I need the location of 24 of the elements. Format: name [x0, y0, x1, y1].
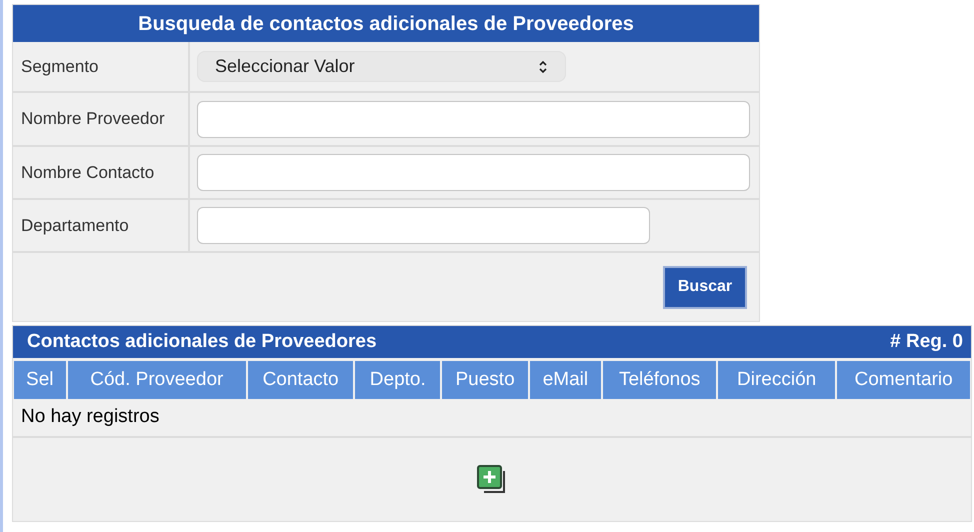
panel-title: Contactos adicionales de Proveedores: [27, 330, 377, 354]
field-label: Departamento: [21, 214, 129, 237]
panel-title: Busqueda de contactos adicionales de Proveedores: [13, 5, 759, 42]
column-header: Puesto: [442, 361, 528, 399]
field-label: Nombre Contacto: [21, 162, 154, 184]
chevron-up-down-icon: [538, 60, 548, 74]
empty-message: No hay registros: [21, 405, 160, 430]
text-field[interactable]: [197, 100, 750, 138]
text-field[interactable]: [197, 207, 650, 244]
column-header: Cód. Proveedor: [68, 361, 246, 399]
add-icon[interactable]: [476, 464, 508, 494]
search-button[interactable]: Buscar: [663, 266, 747, 308]
column-header: Dirección: [718, 361, 836, 399]
column-header: eMail: [530, 361, 602, 399]
column-header: Teléfonos: [603, 361, 716, 399]
text-field[interactable]: [197, 154, 750, 191]
segment-select[interactable]: Seleccionar Valor: [197, 51, 566, 82]
field-label: Nombre Proveedor: [21, 108, 165, 130]
column-header: Contacto: [248, 361, 354, 399]
column-header: Depto.: [355, 361, 440, 399]
column-header: Comentario: [837, 361, 970, 399]
record-count: # Reg. 0: [890, 330, 963, 354]
field-label: Segmento: [21, 56, 98, 78]
column-header: Sel: [14, 361, 66, 399]
